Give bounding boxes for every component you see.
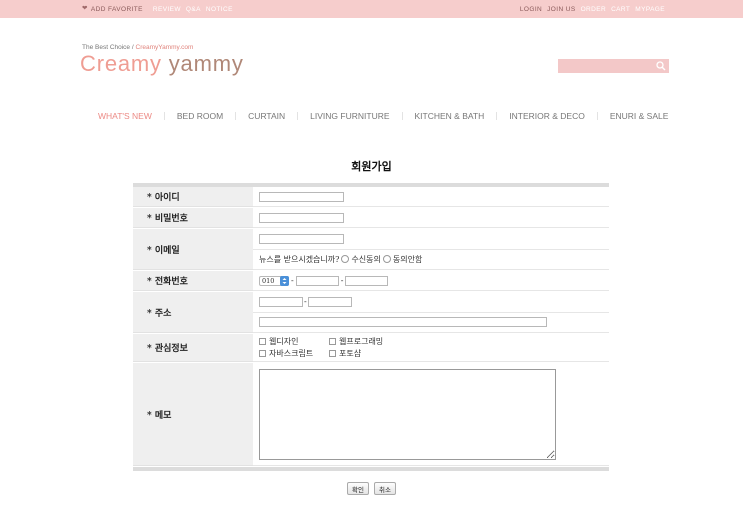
zipcode-second-input[interactable] bbox=[307, 296, 352, 307]
id-field-cell bbox=[253, 187, 609, 207]
form-row-id: * 아이디 bbox=[133, 187, 609, 208]
phone-dash: - bbox=[291, 276, 294, 285]
zipcode-first-input[interactable] bbox=[259, 296, 303, 307]
phone-prefix-value: 010 bbox=[262, 276, 275, 285]
email-label: * 이메일 bbox=[133, 229, 253, 270]
zipcode-dash: - bbox=[304, 297, 307, 307]
page-title: 회원가입 bbox=[351, 160, 392, 173]
cancel-button[interactable]: 취소 bbox=[374, 482, 396, 495]
notice-link[interactable]: NOTICE bbox=[206, 6, 233, 13]
order-link[interactable]: ORDER bbox=[581, 6, 606, 13]
nav-item-living-furniture[interactable]: LIVING FURNITURE bbox=[298, 111, 401, 121]
phone-label: * 전화번호 bbox=[133, 271, 253, 291]
newsletter-no-label: 동의안함 bbox=[392, 254, 423, 264]
nav-item-kitchen-bath[interactable]: KITCHEN & BATH bbox=[403, 111, 497, 121]
newsletter-line: 뉴스를 받으시겠습니까? 수신동의 동의안함 bbox=[253, 250, 609, 270]
address-field-cell: - bbox=[253, 292, 609, 333]
top-bar-right: LOGIN JOIN US ORDER CART MYPAGE bbox=[520, 0, 665, 18]
tagline-text: The Best Choice bbox=[82, 44, 131, 51]
heart-icon: ❤ bbox=[82, 4, 88, 12]
search-icon[interactable] bbox=[656, 61, 666, 71]
tagline-separator: / bbox=[131, 44, 134, 51]
memo-textarea[interactable] bbox=[259, 368, 556, 460]
web-programming-checkbox[interactable] bbox=[329, 338, 336, 345]
interest-option-web-design[interactable]: 웹디자인 bbox=[259, 336, 329, 347]
newsletter-no-radio[interactable] bbox=[382, 255, 391, 264]
add-favorite-label: ADD FAVORITE bbox=[90, 5, 143, 13]
address-line bbox=[253, 313, 609, 333]
nav-item-bed-room[interactable]: BED ROOM bbox=[165, 111, 235, 121]
phone-prefix-select[interactable]: 010 bbox=[259, 275, 289, 286]
form-row-address: * 주소 - bbox=[133, 292, 609, 334]
login-link[interactable]: LOGIN bbox=[520, 6, 542, 13]
search-box bbox=[558, 59, 669, 73]
add-favorite-link[interactable]: ❤ ADD FAVORITE bbox=[82, 4, 143, 13]
email-field-cell: 뉴스를 받으시겠습니까? 수신동의 동의안함 bbox=[253, 229, 609, 270]
newsletter-question: 뉴스를 받으시겠습니까? bbox=[259, 254, 340, 264]
nav-item-interior-deco[interactable]: INTERIOR & DECO bbox=[497, 111, 597, 121]
nav-item-enuri-sale[interactable]: ENURI & SALE bbox=[598, 111, 681, 121]
tagline-url: CreamyYammy.com bbox=[135, 44, 194, 51]
form-row-phone: * 전화번호 010 - - bbox=[133, 271, 609, 292]
logo-word-yammy: yammy bbox=[168, 51, 244, 76]
phone-dash: - bbox=[340, 276, 344, 285]
interest-option-web-programming[interactable]: 웹프로그래밍 bbox=[329, 336, 419, 347]
javascript-label: 자바스크립트 bbox=[269, 349, 314, 358]
form-row-password: * 비밀번호 bbox=[133, 208, 609, 229]
qna-link[interactable]: Q&A bbox=[186, 6, 201, 13]
address-label: * 주소 bbox=[133, 292, 253, 333]
email-input-line bbox=[253, 229, 609, 250]
memo-field-cell bbox=[253, 363, 609, 466]
newsletter-yes-label: 수신동의 bbox=[351, 254, 381, 264]
web-design-label: 웹디자인 bbox=[269, 337, 299, 346]
form-row-email: * 이메일 뉴스를 받으시겠습니까? 수신동의 동의안함 bbox=[133, 229, 609, 271]
top-bar-left: ❤ ADD FAVORITE REVIEW Q&A NOTICE bbox=[82, 0, 233, 18]
phone-last-input[interactable] bbox=[345, 275, 389, 286]
cart-link[interactable]: CART bbox=[611, 6, 630, 13]
nav-item-whats-new[interactable]: WHAT'S NEW bbox=[86, 111, 164, 121]
web-programming-label: 웹프로그래밍 bbox=[339, 337, 384, 346]
password-field-cell bbox=[253, 208, 609, 228]
photoshop-label: 포토샵 bbox=[339, 349, 362, 358]
newsletter-yes-radio[interactable] bbox=[341, 255, 350, 264]
interest-option-photoshop[interactable]: 포토샵 bbox=[329, 348, 419, 359]
address-input[interactable] bbox=[259, 317, 547, 328]
form-row-memo: * 메모 bbox=[133, 363, 609, 467]
tagline: The Best Choice / CreamyYammy.com bbox=[82, 44, 193, 51]
phone-middle-input[interactable] bbox=[295, 275, 339, 286]
signup-form: * 아이디 * 비밀번호 * 이메일 뉴스를 받으시겠습니까? 수신동의 동의안… bbox=[133, 183, 609, 471]
photoshop-checkbox[interactable] bbox=[329, 350, 336, 357]
confirm-button[interactable]: 확인 bbox=[347, 482, 369, 495]
nav-item-curtain[interactable]: CURTAIN bbox=[236, 111, 297, 121]
zipcode-line: - bbox=[253, 292, 609, 313]
logo[interactable]: Creamy yammy bbox=[80, 51, 244, 77]
logo-word-creamy: Creamy bbox=[80, 51, 162, 76]
interest-label: * 관심정보 bbox=[133, 334, 253, 362]
phone-field-cell: 010 - - bbox=[253, 271, 609, 291]
phone-inputs: 010 - - bbox=[259, 275, 609, 286]
web-design-checkbox[interactable] bbox=[259, 338, 266, 345]
id-input[interactable] bbox=[259, 191, 344, 202]
email-input[interactable] bbox=[259, 233, 344, 244]
interest-options: 웹디자인 웹프로그래밍 자바스크립트 포토샵 bbox=[259, 336, 609, 359]
mypage-link[interactable]: MYPAGE bbox=[635, 6, 665, 13]
form-buttons: 확인 취소 bbox=[0, 482, 743, 495]
javascript-checkbox[interactable] bbox=[259, 350, 266, 357]
top-bar: ❤ ADD FAVORITE REVIEW Q&A NOTICE LOGIN J… bbox=[0, 0, 743, 18]
select-arrow-icon bbox=[280, 275, 289, 286]
id-label: * 아이디 bbox=[133, 187, 253, 207]
form-row-interest: * 관심정보 웹디자인 웹프로그래밍 자바스크립트 포토샵 bbox=[133, 334, 609, 363]
memo-label: * 메모 bbox=[133, 363, 253, 466]
review-link[interactable]: REVIEW bbox=[153, 6, 181, 13]
interest-option-javascript[interactable]: 자바스크립트 bbox=[259, 348, 329, 359]
interest-field-cell: 웹디자인 웹프로그래밍 자바스크립트 포토샵 bbox=[253, 334, 609, 362]
main-nav: WHAT'S NEW BED ROOM CURTAIN LIVING FURNI… bbox=[86, 108, 680, 124]
search-input[interactable] bbox=[558, 59, 654, 73]
password-input[interactable] bbox=[259, 212, 344, 223]
password-label: * 비밀번호 bbox=[133, 208, 253, 228]
join-us-link[interactable]: JOIN US bbox=[547, 6, 575, 13]
